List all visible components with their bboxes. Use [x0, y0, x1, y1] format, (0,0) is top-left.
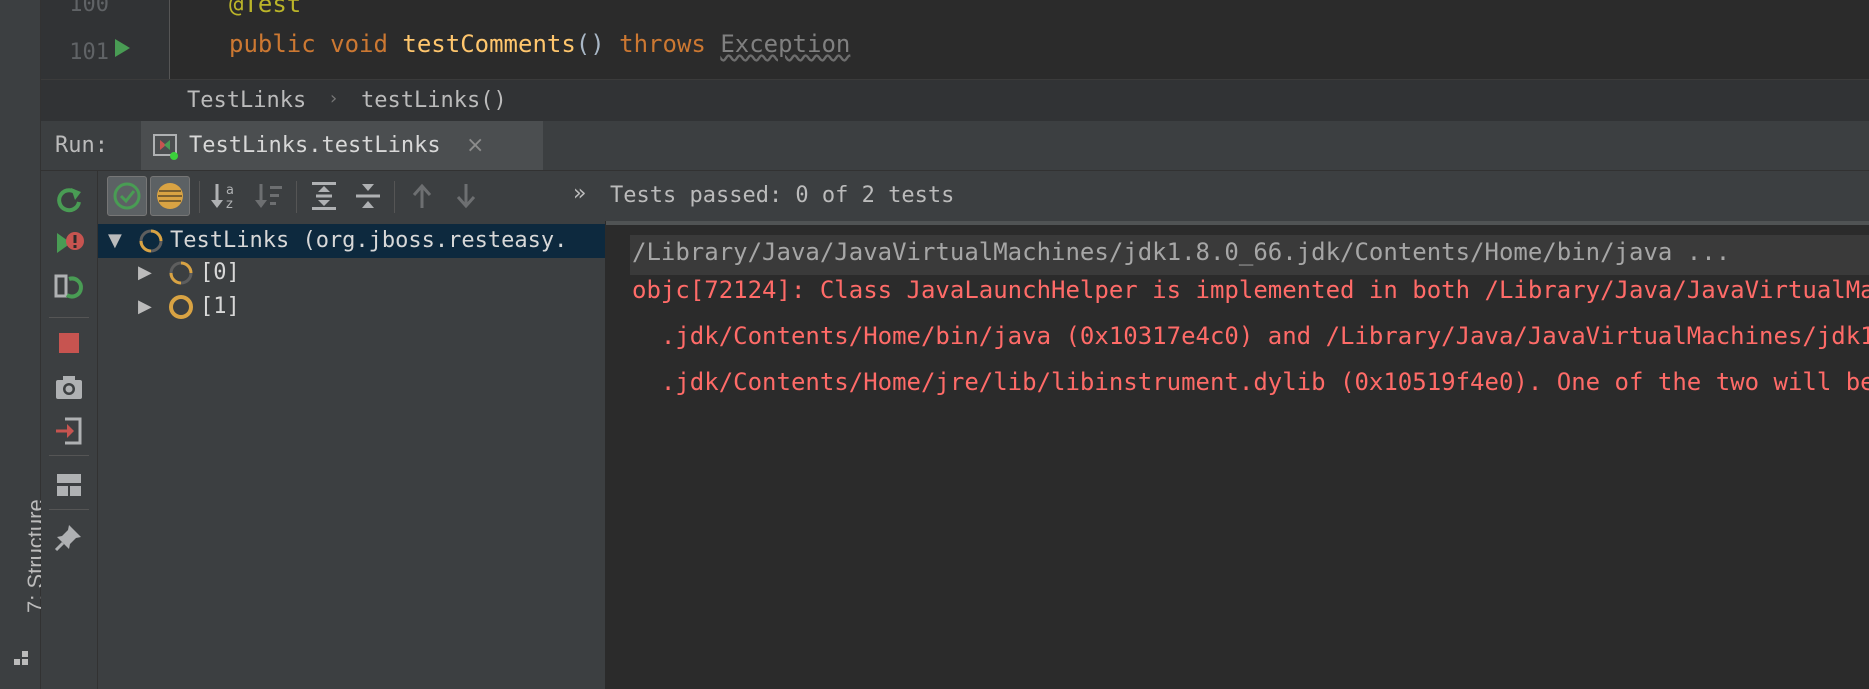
- parens-token: (): [575, 30, 605, 58]
- run-test-gutter-icon[interactable]: [113, 38, 131, 58]
- test-tree: ▼ TestLinks (org.jboss.resteasy. ▶ [0] ▶…: [98, 221, 606, 689]
- method-name-token: testComments: [402, 30, 576, 58]
- junit-config-icon: [153, 134, 178, 160]
- line-number: 100: [69, 0, 109, 17]
- previous-failed-button[interactable]: [402, 176, 442, 216]
- tree-node-root[interactable]: ▼ TestLinks (org.jboss.resteasy.: [98, 224, 605, 258]
- structure-icon: [14, 651, 28, 665]
- pin-icon[interactable]: [53, 521, 85, 553]
- svg-text:a: a: [226, 183, 234, 198]
- rerun-icon[interactable]: [53, 184, 85, 216]
- show-passed-icon: [113, 182, 141, 210]
- keyword-token: void: [330, 30, 388, 58]
- pending-test-icon: [169, 295, 193, 319]
- show-passed-button[interactable]: [107, 176, 147, 216]
- console-output[interactable]: /Library/Java/JavaVirtualMachines/jdk1.8…: [606, 221, 1869, 689]
- running-spinner-icon: [139, 229, 163, 253]
- run-tab-label: TestLinks.testLinks: [189, 133, 441, 158]
- sort-alpha-button[interactable]: a z: [206, 176, 246, 216]
- show-ignored-button[interactable]: [150, 176, 190, 216]
- sort-duration-icon: [255, 184, 282, 208]
- tree-node-label: TestLinks (org.jboss.resteasy.: [170, 228, 568, 253]
- console-command-line[interactable]: /Library/Java/JavaVirtualMachines/jdk1.8…: [632, 238, 1730, 266]
- close-tab-icon[interactable]: ×: [466, 133, 484, 158]
- code-editor[interactable]: 100 101 @Test public void testComments()…: [41, 0, 1869, 79]
- rerun-failed-icon[interactable]: [53, 227, 85, 259]
- annotation-token: @Test: [229, 0, 302, 18]
- run-side-toolbar: [41, 171, 98, 689]
- left-tool-strip: 7: Structure: [0, 0, 48, 689]
- collapse-all-icon: [356, 184, 380, 208]
- tree-node-child[interactable]: ▶ [1]: [98, 290, 605, 324]
- expand-all-icon: [312, 182, 336, 210]
- screenshot-icon[interactable]: [53, 371, 85, 403]
- next-failed-button[interactable]: [446, 176, 486, 216]
- keyword-token: throws: [619, 30, 706, 58]
- tree-node-child[interactable]: ▶ [0]: [98, 256, 605, 290]
- code-line-100: @Test: [229, 0, 301, 18]
- code-line-101: public void testComments() throws Except…: [229, 30, 850, 58]
- next-fail-icon: [456, 184, 476, 209]
- editor-gutter: 100 101: [41, 0, 170, 79]
- run-tab-bar: Run: TestLinks.testLinks ×: [41, 121, 1869, 171]
- breadcrumb-method[interactable]: testLinks(): [361, 88, 507, 113]
- line-number: 101: [69, 40, 109, 65]
- test-toolbar: a z » Tests passed: 0 of 2 tests: [98, 171, 1869, 221]
- structure-tool-tab[interactable]: 7: Structure: [2, 459, 48, 679]
- tree-node-label: [0]: [200, 260, 240, 285]
- breadcrumb-separator: ›: [330, 88, 338, 109]
- sort-alpha-icon: a z: [211, 183, 234, 212]
- breadcrumb: TestLinks › testLinks(): [41, 79, 1869, 122]
- expand-arrow-icon[interactable]: ▶: [138, 262, 152, 283]
- console-error-line: .jdk/Contents/Home/bin/java (0x10317e4c0…: [632, 322, 1869, 350]
- collapse-all-button[interactable]: [348, 176, 388, 216]
- expand-all-button[interactable]: [304, 176, 344, 216]
- import-icon[interactable]: [53, 415, 85, 447]
- prev-fail-icon: [412, 183, 432, 208]
- sort-duration-button[interactable]: [250, 176, 290, 216]
- console-error-line: .jdk/Contents/Home/jre/lib/libinstrument…: [632, 368, 1869, 396]
- tree-node-label: [1]: [200, 294, 240, 319]
- more-actions-chevron[interactable]: »: [573, 181, 586, 206]
- console-error-line: objc[72124]: Class JavaLaunchHelper is i…: [632, 276, 1869, 304]
- running-spinner-icon: [169, 261, 193, 285]
- keyword-token: public: [229, 30, 316, 58]
- layout-icon[interactable]: [53, 469, 85, 501]
- expand-arrow-icon[interactable]: ▶: [138, 296, 152, 317]
- collapse-arrow-icon[interactable]: ▼: [108, 230, 122, 251]
- stop-icon[interactable]: [53, 327, 85, 359]
- show-ignored-icon: [157, 183, 183, 209]
- run-panel-label: Run:: [55, 133, 108, 158]
- breadcrumb-class[interactable]: TestLinks: [187, 88, 306, 113]
- toggle-auto-test-icon[interactable]: [53, 271, 85, 303]
- exception-token: Exception: [720, 30, 851, 58]
- svg-text:z: z: [226, 197, 233, 212]
- tests-status-text: Tests passed: 0 of 2 tests: [610, 183, 955, 208]
